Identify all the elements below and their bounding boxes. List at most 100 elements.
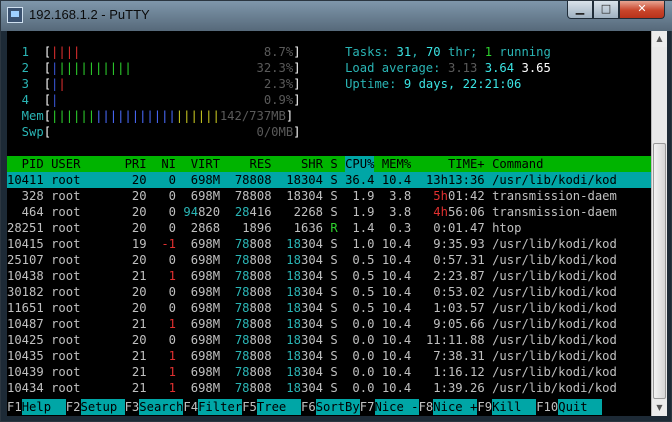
mem-cell: 10.4 [381,285,412,299]
state-cell: S [330,381,338,395]
function-key-bar: F1 Help F2 Setup F3 Search F4 Filter F5 Tree F6… [7,399,651,415]
column-header-command[interactable]: Command [492,156,543,172]
cpu-cell: 0.0 [345,365,375,379]
function-key-f4[interactable]: F4 [183,399,199,415]
column-header-mem[interactable]: MEM% [382,156,411,172]
function-key-label-f4[interactable]: Filter [198,399,243,415]
nice-cell: 1 [146,317,176,331]
column-header-time[interactable]: TIME+ [419,156,485,172]
process-row[interactable]: 10487 root 21 1 698M 78 808 18 304 S 0.0 10.4 9:0… [7,316,651,332]
column-header-pri[interactable]: PRI [117,156,147,172]
time-cell: 9:35.93 [433,237,485,251]
res-cell: 1896 [242,221,272,235]
process-row[interactable]: 10435 root 21 1 698M 78 808 18 304 S 0.0 10.4 7:3… [7,348,651,364]
virt-cell: 698M [190,381,221,395]
shr-cell-high: 18 [286,269,301,283]
nice-cell: 1 [146,381,176,395]
process-row[interactable]: 10415 root 19 -1 698M 78 808 18 304 S 1.0 10.4 9:… [7,236,651,252]
user-cell: root [51,221,81,235]
scroll-up-arrow-icon[interactable]: ▲ [652,31,667,47]
process-row[interactable]: 11651 root 20 0 698M 78 808 18 304 S 0.5 10.4 1:0… [7,300,651,316]
user-cell: root [51,237,81,251]
scroll-down-arrow-icon[interactable]: ▼ [652,400,667,416]
process-row[interactable]: 464 root 20 0 94 820 28 416 2268 S 1.9 3.8 4h 56:… [7,204,651,220]
process-row[interactable]: 30182 root 20 0 698M 78 808 18 304 S 0.5 10.4 0:5… [7,284,651,300]
function-key-label-f9[interactable]: Kill [492,399,537,415]
window-title: 192.168.1.2 - PuTTY [29,7,150,22]
pid-cell: 328 [7,189,44,203]
swap-meter-value: 0/0MB [256,125,294,139]
process-row[interactable]: 28251 root 20 0 2868 1896 1636 R 1.4 0.3 0:01.… [7,220,651,236]
terminal-area[interactable]: 1 [|||| 8.7%] 2 [||||||||||| 32.3%] 3 [|… [7,31,651,416]
state-cell: S [330,301,338,315]
res-cell-high: 78 [234,237,250,251]
function-key-label-f3[interactable]: Search [139,399,184,415]
user-cell: root [51,253,81,267]
time-cell: 0:57.31 [433,253,485,267]
res-cell: 808 [249,365,272,379]
vertical-scrollbar[interactable]: ▲ ▼ [651,31,667,416]
shr-cell: 304 [301,349,324,363]
function-key-f1[interactable]: F1 [7,399,22,415]
close-button[interactable]: ✕ [619,1,665,19]
function-key-label-f8[interactable]: Nice + [433,399,478,415]
maximize-button[interactable]: □ [593,1,619,19]
column-header-ni[interactable]: NI [147,156,176,172]
uptime: Uptime: 9 days, 22:21:06 [7,76,651,92]
res-cell-high: 78 [234,349,250,363]
function-key-label-f6[interactable]: SortBy [315,399,360,415]
column-header-cpu[interactable]: CPU% [345,156,375,172]
user-cell: root [51,365,81,379]
res-cell: 78808 [234,173,272,187]
cpu-cell: 1.9 [345,205,375,219]
priority-cell: 20 [117,173,147,187]
function-key-label-f7[interactable]: Nice - [374,399,419,415]
column-header-pid[interactable]: PID [7,156,44,172]
process-row[interactable]: 328 root 20 0 698M 78808 18304 S 1.9 3.8 5h 01:… [7,188,651,204]
pid-cell: 10487 [7,317,44,331]
mem-cell: 10.4 [381,381,412,395]
function-key-label-f10[interactable]: Quit [558,399,603,415]
process-row[interactable]: 10439 root 21 1 698M 78 808 18 304 S 0.0 10.4 1:1… [7,364,651,380]
function-key-f5[interactable]: F5 [242,399,257,415]
process-row[interactable]: 10411 root 20 0 698M 78808 18304 S 36.4 10.4 13h… [7,172,651,188]
nice-cell: 0 [146,173,176,187]
putty-app-icon[interactable] [7,7,23,23]
function-key-f9[interactable]: F9 [477,399,493,415]
function-key-label-f1[interactable]: Help [21,399,66,415]
virt-cell: 698M [190,333,221,347]
column-header-shr[interactable]: SHR [279,156,323,172]
function-key-label-f5[interactable]: Tree [256,399,301,415]
process-row[interactable]: 25107 root 20 0 698M 78 808 18 304 S 0.5 10.4 0:5… [7,252,651,268]
function-key-f7[interactable]: F7 [359,399,375,415]
priority-cell: 20 [117,253,147,267]
putty-window: 192.168.1.2 - PuTTY ▁ □ ✕ 1 [|||| 8.7%] … [0,0,672,422]
function-key-f3[interactable]: F3 [124,399,140,415]
process-row[interactable]: 10434 root 21 1 698M 78 808 18 304 S 0.0 10.4 1:3… [7,380,651,396]
uptime-value: 9 days, 22:21:06 [403,77,522,91]
column-header-s[interactable]: S [330,156,337,172]
meter-bracket: ] [293,93,301,107]
shr-cell: 2268 [293,205,323,219]
function-key-f2[interactable]: F2 [65,399,81,415]
scrollbar-thumb[interactable] [653,143,666,399]
column-header-res[interactable]: RES [228,156,272,172]
nice-cell: 0 [146,205,176,219]
res-cell: 808 [249,317,272,331]
shr-cell-high: 18 [286,301,301,315]
mem-meter-value: 142/737MB [219,109,286,123]
process-row[interactable]: 10438 root 21 1 698M 78 808 18 304 S 0.5 10.4 2:2… [7,268,651,284]
function-key-f6[interactable]: F6 [301,399,316,415]
column-header-virt[interactable]: VIRT [176,156,220,172]
minimize-button[interactable]: ▁ [567,1,593,19]
res-cell: 808 [249,285,272,299]
shr-cell: 304 [301,333,324,347]
function-key-f8[interactable]: F8 [418,399,434,415]
function-key-label-f2[interactable]: Setup [80,399,125,415]
shr-cell: 18304 [286,189,323,203]
process-row[interactable]: 10425 root 20 0 698M 78 808 18 304 S 0.0 10.4 11:… [7,332,651,348]
column-header-user[interactable]: USER [51,156,80,172]
function-key-f10[interactable]: F10 [536,399,559,415]
title-bar[interactable]: 192.168.1.2 - PuTTY ▁ □ ✕ [1,1,672,31]
state-cell: S [330,173,338,187]
